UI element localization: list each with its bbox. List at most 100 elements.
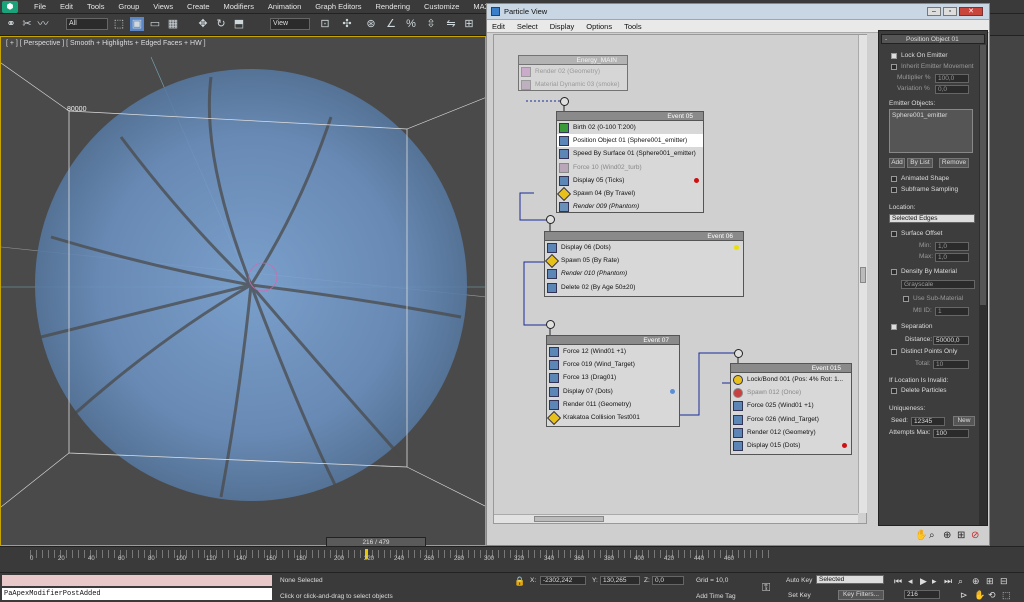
scrollbar-thumb[interactable] <box>860 267 866 283</box>
pview-menu-options[interactable]: Options <box>581 20 617 33</box>
key-icon[interactable]: ⚿ <box>762 582 770 595</box>
menu-modifiers[interactable]: Modifiers <box>218 0 260 14</box>
panel-scrollbar[interactable] <box>979 45 987 525</box>
menu-rendering[interactable]: Rendering <box>369 0 416 14</box>
operator-force[interactable]: Force 025 (Wind01 +1) <box>731 399 851 412</box>
pview-menu-tools[interactable]: Tools <box>619 20 647 33</box>
lock-on-emitter-checkbox[interactable] <box>891 53 897 59</box>
total-field[interactable]: 10 <box>933 360 969 369</box>
operator-spawn[interactable]: Spawn 012 (Once) <box>731 386 851 399</box>
operator-force[interactable]: Force 026 (Wind_Target) <box>731 413 851 426</box>
fov-icon[interactable]: ⊳ <box>960 590 968 601</box>
add-time-tag[interactable]: Add Time Tag <box>696 593 736 600</box>
operator-position-object[interactable]: Position Object 01 (Sphere001_emitter) <box>557 134 703 148</box>
variation-field[interactable]: 0,0 <box>935 85 969 94</box>
by-list-button[interactable]: By List <box>907 158 933 168</box>
event-06[interactable]: Event 06 Display 06 (Dots) Spawn 05 (By … <box>544 231 744 297</box>
mtl-id-field[interactable]: 1 <box>935 307 969 316</box>
location-dropdown[interactable]: Selected Edges <box>889 214 975 223</box>
pview-menu-edit[interactable]: Edit <box>487 20 510 33</box>
max-field[interactable]: 1,0 <box>935 253 969 262</box>
orbit-icon[interactable]: ⟲ <box>988 590 996 601</box>
viewport-label[interactable]: [ + ] [ Perspective ] [ Smooth + Highlig… <box>6 40 206 47</box>
operator-lock-bond[interactable]: Lock/Bond 001 (Pos: 4% Rot: 1... <box>731 373 851 386</box>
display-color-swatch[interactable] <box>694 177 699 183</box>
distance-field[interactable]: 50000,0 <box>933 336 969 345</box>
density-material-checkbox[interactable] <box>891 269 897 275</box>
operator-collision-test[interactable]: Krakatoa Collision Test001 <box>546 410 679 426</box>
lock-icon[interactable]: 🔒 <box>514 576 525 587</box>
canvas-horizontal-scrollbar[interactable] <box>494 514 858 523</box>
prev-frame-icon[interactable]: ◂ <box>908 576 913 587</box>
grayscale-dropdown[interactable]: Grayscale <box>901 280 975 289</box>
min-field[interactable]: 1,0 <box>935 242 969 251</box>
go-to-start-icon[interactable]: ⏮ <box>894 576 902 587</box>
surface-offset-checkbox[interactable] <box>891 231 897 237</box>
next-frame-icon[interactable]: ▸ <box>932 576 937 587</box>
rect-region-icon[interactable]: ▭ <box>148 17 162 31</box>
play-icon[interactable]: ▶ <box>920 576 927 587</box>
operator-force[interactable]: Force 13 (Drag01) <box>547 371 679 384</box>
canvas-vertical-scrollbar[interactable] <box>858 35 867 513</box>
link-icon[interactable]: ⚭ <box>4 17 18 31</box>
operator-display[interactable]: Display 06 (Dots) <box>545 241 743 254</box>
z-coord-field[interactable]: 0,0 <box>652 576 684 585</box>
event-015[interactable]: Event 015 Lock/Bond 001 (Pos: 4% Rot: 1.… <box>730 363 852 455</box>
zoom-all-icon[interactable]: ⊕ <box>972 576 980 587</box>
emitter-objects-list[interactable]: Sphere001_emitter <box>889 109 973 153</box>
go-to-end-icon[interactable]: ⏭ <box>944 576 952 587</box>
menu-group[interactable]: Group <box>112 0 145 14</box>
operator-display[interactable]: Display 07 (Dots) <box>547 385 679 398</box>
angle-snap-icon[interactable]: ∠ <box>384 17 398 31</box>
zoom-icon[interactable]: ⌕ <box>958 576 963 587</box>
display-color-swatch[interactable] <box>734 245 739 250</box>
operator-spawn[interactable]: Spawn 05 (By Rate) <box>544 254 743 269</box>
distinct-points-checkbox[interactable] <box>891 349 897 355</box>
selection-filter-dropdown[interactable]: All <box>66 18 108 30</box>
rotate-icon[interactable]: ↻ <box>214 17 228 31</box>
menu-views[interactable]: Views <box>147 0 179 14</box>
add-button[interactable]: Add <box>889 158 905 168</box>
current-frame-field[interactable]: 216 <box>904 590 940 599</box>
use-sub-material-checkbox[interactable] <box>903 296 909 302</box>
event-header[interactable]: Energy_MAIN <box>519 56 627 65</box>
input-socket[interactable] <box>560 97 569 106</box>
pview-menu-select[interactable]: Select <box>512 20 543 33</box>
operator-force[interactable]: Force 019 (Wind_Target) <box>547 358 679 371</box>
zoom-icon[interactable]: ⌕ <box>929 530 935 541</box>
menu-animation[interactable]: Animation <box>262 0 307 14</box>
menu-create[interactable]: Create <box>181 0 216 14</box>
scale-icon[interactable]: ⬒ <box>232 17 246 31</box>
event-header[interactable]: Event 07 <box>547 336 679 345</box>
operator-material[interactable]: Material Dynamic 03 (smoke) <box>519 78 627 91</box>
event-energy-main[interactable]: Energy_MAIN Render 02 (Geometry) Materia… <box>518 55 628 91</box>
separation-checkbox[interactable] <box>891 324 897 330</box>
move-icon[interactable]: ✥ <box>196 17 210 31</box>
seed-field[interactable]: 12345 <box>911 417 945 426</box>
attempts-max-field[interactable]: 100 <box>933 429 969 438</box>
perspective-viewport[interactable]: 80000 <box>0 36 486 546</box>
key-filters-button[interactable]: Key Filters... <box>838 590 884 600</box>
select-manipulate-icon[interactable]: ✣ <box>340 17 354 31</box>
operator-render[interactable]: Render 010 (Phantom) <box>545 267 743 280</box>
no-zoom-icon[interactable]: ⊘ <box>971 530 979 541</box>
animated-shape-checkbox[interactable] <box>891 176 897 182</box>
pan-hand-icon[interactable]: ✋ <box>974 590 985 601</box>
bind-icon[interactable]: 〰 <box>36 17 50 31</box>
event-05[interactable]: Event 05 Birth 02 (0-100 T:200) Position… <box>556 111 704 213</box>
window-crossing-icon[interactable]: ▦ <box>166 17 180 31</box>
zoom-extents-icon[interactable]: ⊞ <box>986 576 994 587</box>
close-button[interactable]: ✕ <box>959 7 983 16</box>
display-color-swatch[interactable] <box>842 442 847 448</box>
zoom-extents-all-icon[interactable]: ⊟ <box>1000 576 1008 587</box>
event-header[interactable]: Event 05 <box>557 112 703 121</box>
operator-render[interactable]: Render 011 (Geometry) <box>547 398 679 411</box>
menu-tools[interactable]: Tools <box>81 0 111 14</box>
maxscript-listener-output[interactable]: PaApexModifierPostAdded <box>2 588 272 600</box>
operator-spawn[interactable]: Spawn 04 (By Travel) <box>556 186 703 202</box>
menu-graph-editors[interactable]: Graph Editors <box>309 0 367 14</box>
event-header[interactable]: Event 06 <box>545 232 743 241</box>
subframe-checkbox[interactable] <box>891 187 897 193</box>
operator-render[interactable]: Render 012 (Geometry) <box>731 426 851 439</box>
event-header[interactable]: Event 015 <box>731 364 851 373</box>
